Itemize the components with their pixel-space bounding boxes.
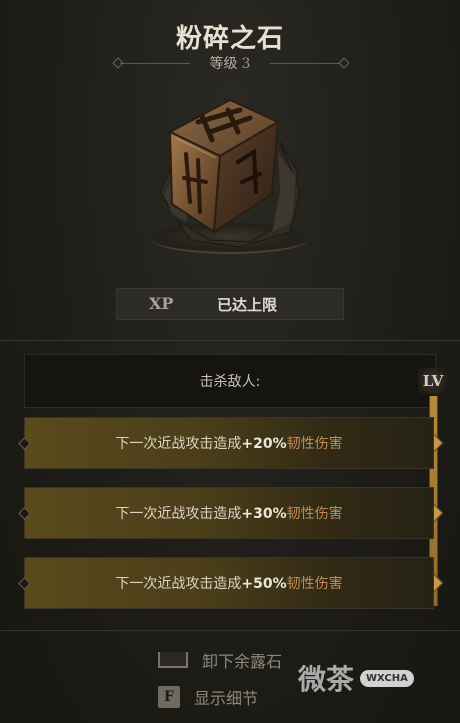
watermark-text: 微茶 xyxy=(298,663,355,696)
tier-text: 下一次近战攻击造成+50%韧性伤害 xyxy=(25,573,433,593)
rune-cube-icon xyxy=(159,98,301,248)
level-value: 3 xyxy=(241,56,251,72)
item-level: 等级 3 xyxy=(0,53,460,73)
tier-text: 下一次近战攻击造成+20%韧性伤害 xyxy=(25,433,433,453)
show-details-action[interactable]: F 显示细节 xyxy=(158,685,258,709)
tier-value: +20% xyxy=(241,436,287,452)
unequip-label: 卸下余露石 xyxy=(202,652,283,671)
tier-prefix: 下一次近战攻击造成 xyxy=(115,506,242,522)
show-details-label: 显示细节 xyxy=(194,689,259,708)
spacebar-icon xyxy=(158,652,188,668)
tier-row: 下一次近战攻击造成+50%韧性伤害 xyxy=(18,557,434,609)
f-key-icon: F xyxy=(158,686,180,708)
tier-keyword: 韧性伤害 xyxy=(286,436,343,452)
condition-text: 击杀敌人: xyxy=(199,374,261,390)
lv-badge: LV xyxy=(418,368,448,394)
tier-row: 下一次近战攻击造成+20%韧性伤害 xyxy=(18,417,434,469)
tier-prefix: 下一次近战攻击造成 xyxy=(115,436,242,452)
item-detail-panel: 粉碎之石 等级 3 XP 已达上限 击杀敌人: LV 下一次近战攻击造成+20%… xyxy=(0,0,460,723)
tier-text: 下一次近战攻击造成+30%韧性伤害 xyxy=(25,503,433,523)
tier-value: +50% xyxy=(241,576,287,592)
tier-keyword: 韧性伤害 xyxy=(286,576,343,592)
watermark-badge: WXCHA xyxy=(360,669,414,687)
tier-value: +30% xyxy=(241,506,287,522)
tier-keyword: 韧性伤害 xyxy=(286,506,343,522)
xp-status: 已达上限 xyxy=(217,296,278,314)
section-divider xyxy=(0,340,460,341)
unequip-action[interactable]: 卸下余露石 xyxy=(158,648,282,672)
tier-prefix: 下一次近战攻击造成 xyxy=(115,576,242,592)
stone-image xyxy=(150,82,310,262)
tier-row: 下一次近战攻击造成+30%韧性伤害 xyxy=(18,487,434,539)
level-label: 等级 xyxy=(209,56,238,72)
footer-divider xyxy=(0,630,460,631)
xp-label: XP xyxy=(149,294,174,313)
item-title: 粉碎之石 xyxy=(175,24,284,54)
watermark: 微茶 WXCHA xyxy=(298,655,458,701)
xp-bar: XP 已达上限 xyxy=(116,288,344,320)
condition-box: 击杀敌人: xyxy=(24,354,436,408)
